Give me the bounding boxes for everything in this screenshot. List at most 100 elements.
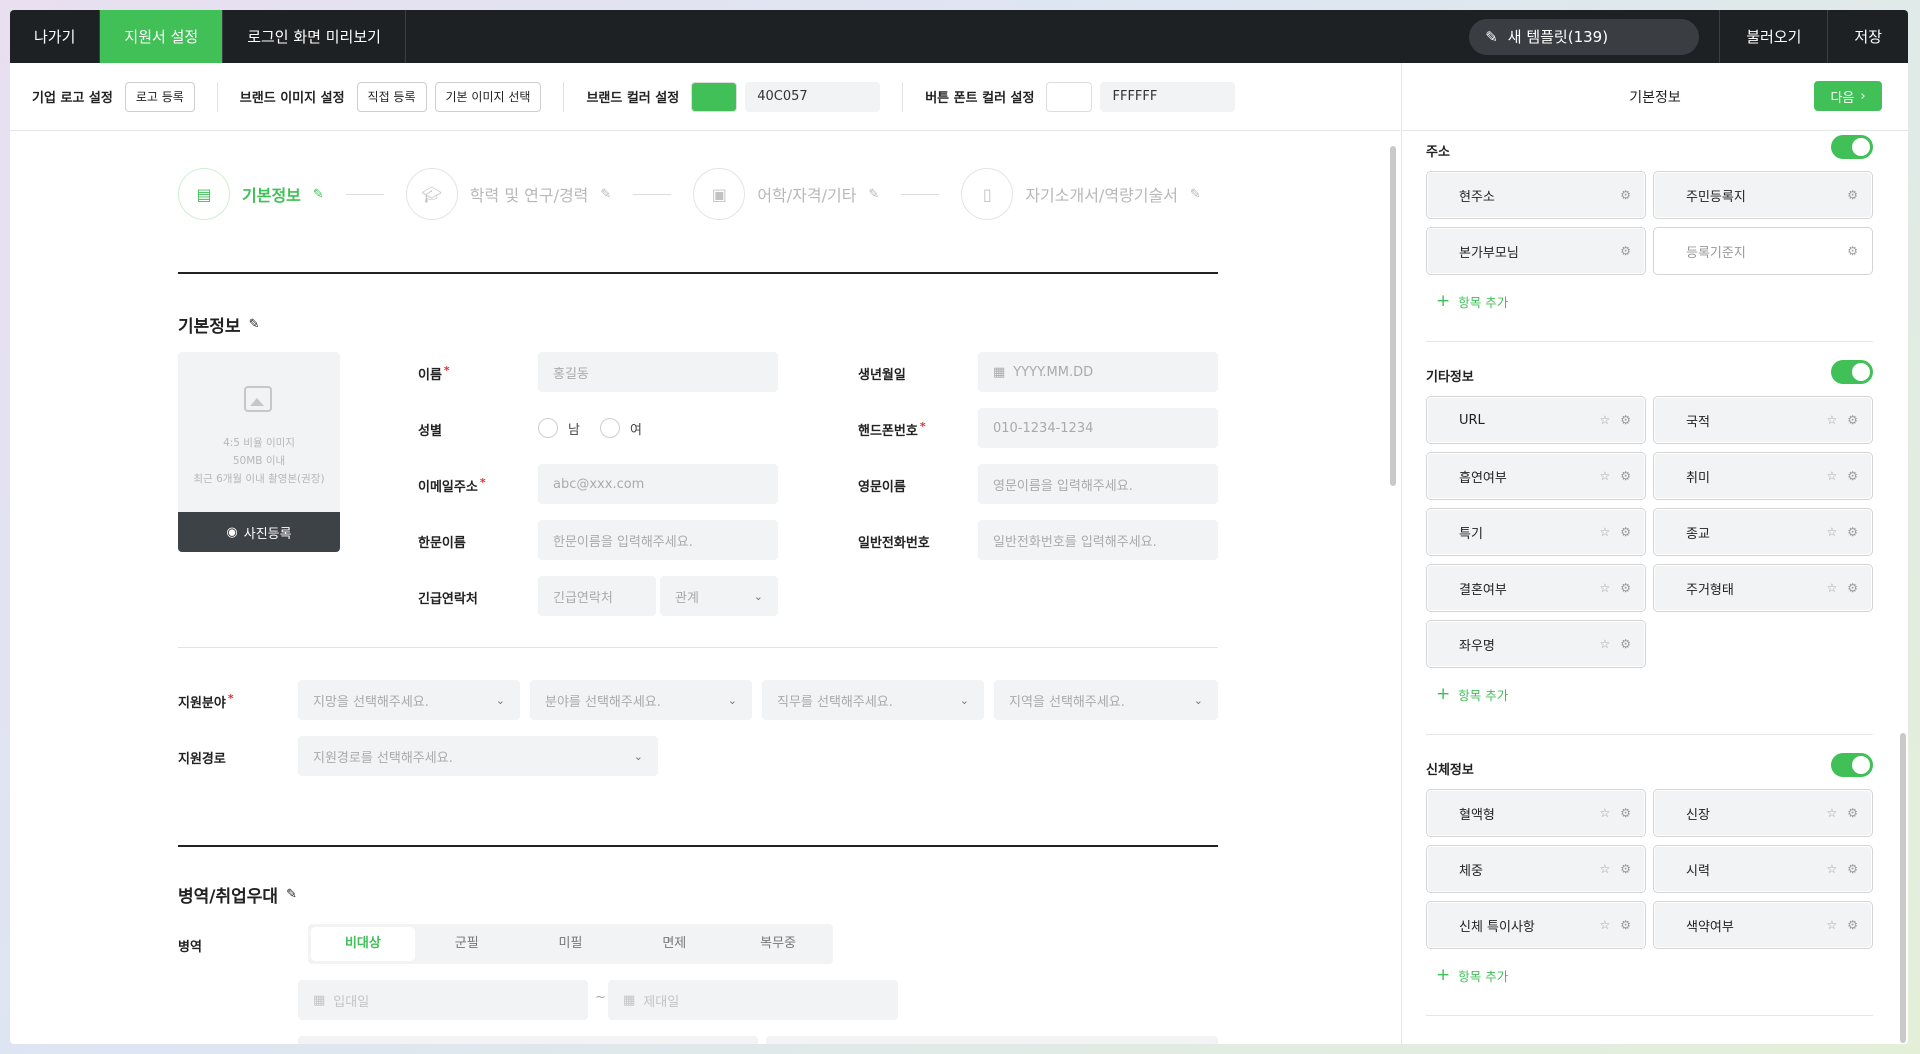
settings-panel: 기본정보 다음 › 주소 현주소 ⚙ 주민등록지 ⚙ 본가부모님 ⚙ 등록기준지 ⚙ + 항… [1401, 63, 1908, 1044]
field-chip[interactable]: 종교 ☆ ⚙ [1653, 508, 1873, 556]
hanja-name-label: 한문이름 [418, 536, 466, 551]
hanja-name-input[interactable]: 한문이름을 입력해주세요. [538, 520, 778, 560]
certificate-icon: ▣ [693, 168, 746, 220]
field-chip[interactable]: 취미 ☆ ⚙ [1653, 452, 1873, 500]
step-education[interactable]: 🎓︎ 학력 및 연구/경력 ✎ [405, 168, 611, 220]
military-branch-select[interactable] [298, 1036, 758, 1044]
exit-button[interactable]: 나가기 [10, 10, 101, 63]
field-chip[interactable]: 특기 ☆ ⚙ [1426, 508, 1646, 556]
chevron-down-icon: ⌄ [495, 693, 505, 707]
body-toggle[interactable] [1831, 753, 1873, 777]
tab-application-settings[interactable]: 지원서 설정 [100, 10, 224, 63]
gear-icon: ⚙ [1847, 806, 1858, 820]
military-option[interactable]: 복무중 [726, 927, 830, 961]
photo-guide: 4:5 비율 이미지 50MB 이내 최근 6개월 이내 촬영본(권장) [193, 437, 325, 485]
field-chip[interactable]: 시력 ☆ ⚙ [1653, 845, 1873, 893]
panel-scrollbar[interactable] [1900, 733, 1906, 1043]
chevron-down-icon: ⌄ [727, 693, 737, 707]
field-chip[interactable]: 본가부모님 ⚙ [1426, 227, 1646, 275]
pencil-icon[interactable]: ✎ [600, 187, 611, 202]
star-icon: ☆ [1599, 413, 1611, 427]
field-chip[interactable]: 등록기준지 ⚙ [1653, 227, 1873, 275]
brand-color-swatch[interactable] [691, 81, 738, 112]
font-color-input[interactable]: FFFFFF [1100, 81, 1236, 112]
gear-icon: ⚙ [1620, 806, 1631, 820]
field-chip[interactable]: 신체 특이사항 ☆ ⚙ [1426, 901, 1646, 949]
pencil-icon[interactable]: ✎ [249, 317, 260, 332]
step-label: 기본정보 [242, 186, 301, 205]
pencil-icon[interactable]: ✎ [868, 187, 879, 202]
add-item-button[interactable]: + 항목 추가 [1436, 684, 1508, 704]
load-button[interactable]: 불러오기 [1719, 10, 1827, 63]
region-select[interactable]: 지역을 선택해주세요. ⌄ [994, 680, 1218, 720]
step-basic-info[interactable]: ▤ 기본정보 ✎ [178, 168, 324, 220]
field-chip[interactable]: 주거형태 ☆ ⚙ [1653, 564, 1873, 612]
scrollbar[interactable] [1390, 146, 1396, 486]
add-item-button[interactable]: + 항목 추가 [1436, 965, 1508, 985]
gear-icon: ⚙ [1847, 918, 1858, 932]
step-indicator: ▤ 기본정보 ✎ 🎓︎ 학력 및 연구/경력 ✎ ▣ 어학/자격/기타 ✎ ▯ … [178, 168, 1201, 220]
field-chip[interactable]: 색약여부 ☆ ⚙ [1653, 901, 1873, 949]
save-button[interactable]: 저장 [1827, 10, 1908, 63]
brand-color-input[interactable]: 40C057 [745, 81, 881, 112]
tab-login-preview[interactable]: 로그인 화면 미리보기 [223, 10, 406, 63]
gear-icon: ⚙ [1847, 525, 1858, 539]
pencil-icon[interactable]: ✎ [313, 187, 324, 202]
pencil-icon[interactable]: ✎ [286, 887, 297, 902]
document-icon: ▤ [178, 168, 230, 220]
relation-select[interactable]: 관계 ⌄ [660, 576, 778, 616]
email-input[interactable]: abc@xxx.com [538, 464, 778, 504]
english-name-input[interactable]: 영문이름을 입력해주세요. [978, 464, 1218, 504]
military-option[interactable]: 미필 [519, 927, 623, 961]
default-image-button[interactable]: 기본 이미지 선택 [434, 81, 542, 112]
field-chip[interactable]: 흡연여부 ☆ ⚙ [1426, 452, 1646, 500]
phone-input[interactable]: 010-1234-1234 [978, 408, 1218, 448]
field-select[interactable]: 분야를 선택해주세요. ⌄ [530, 680, 752, 720]
direct-register-button[interactable]: 직접 등록 [356, 81, 427, 112]
job-select[interactable]: 직무를 선택해주세요. ⌄ [762, 680, 984, 720]
address-toggle[interactable] [1831, 135, 1873, 159]
gear-icon: ⚙ [1620, 637, 1631, 651]
logo-register-button[interactable]: 로고 등록 [124, 81, 195, 112]
gender-female-radio[interactable]: 여 [600, 418, 642, 438]
font-color-swatch[interactable] [1046, 81, 1093, 112]
field-chip[interactable]: 국적 ☆ ⚙ [1653, 396, 1873, 444]
preference-select[interactable]: 지망을 선택해주세요. ⌄ [298, 680, 520, 720]
field-chip[interactable]: 좌우명 ☆ ⚙ [1426, 620, 1646, 668]
field-chip[interactable]: 현주소 ⚙ [1426, 171, 1646, 219]
enlist-date-input[interactable]: ▦ 입대일 [298, 980, 588, 1020]
discharge-date-input[interactable]: ▦ 제대일 [608, 980, 898, 1020]
field-chip[interactable]: 신장 ☆ ⚙ [1653, 789, 1873, 837]
star-icon: ☆ [1599, 637, 1611, 651]
id-badge-icon: ▯ [961, 168, 1014, 220]
calendar-icon: ▦ [623, 992, 636, 1008]
photo-register-button[interactable]: ◉ 사진등록 [178, 512, 340, 552]
route-select[interactable]: 지원경로를 선택해주세요. ⌄ [298, 736, 658, 776]
image-icon [244, 386, 272, 412]
gender-male-radio[interactable]: 남 [538, 418, 580, 438]
field-chip[interactable]: 결혼여부 ☆ ⚙ [1426, 564, 1646, 612]
step-language[interactable]: ▣ 어학/자격/기타 ✎ [693, 168, 879, 220]
military-option[interactable]: 면제 [622, 927, 726, 961]
add-item-button[interactable]: + 항목 추가 [1436, 291, 1508, 311]
star-icon: ☆ [1599, 469, 1611, 483]
emergency-input[interactable]: 긴급연락처 [538, 576, 656, 616]
name-input[interactable]: 홍길동 [538, 352, 778, 392]
tel-input[interactable]: 일반전화번호를 입력해주세요. [978, 520, 1218, 560]
step-self-intro[interactable]: ▯ 자기소개서/역량기술서 ✎ [961, 168, 1201, 220]
military-rank-select[interactable] [766, 1036, 1218, 1044]
field-chip[interactable]: 주민등록지 ⚙ [1653, 171, 1873, 219]
etc-toggle[interactable] [1831, 360, 1873, 384]
pencil-icon[interactable]: ✎ [1190, 187, 1201, 202]
logo-label: 기업 로고 설정 [32, 91, 113, 106]
next-button[interactable]: 다음 › [1814, 81, 1882, 111]
field-chip[interactable]: 체중 ☆ ⚙ [1426, 845, 1646, 893]
field-chip[interactable]: 혈액형 ☆ ⚙ [1426, 789, 1646, 837]
birth-input[interactable]: ▦ YYYY.MM.DD [978, 352, 1218, 392]
gear-icon: ⚙ [1620, 188, 1631, 202]
military-option[interactable]: 비대상 [311, 927, 415, 961]
military-option[interactable]: 군필 [415, 927, 519, 961]
photo-upload[interactable]: 4:5 비율 이미지 50MB 이내 최근 6개월 이내 촬영본(권장) ◉ 사… [178, 352, 340, 552]
new-template-button[interactable]: ✎ 새 템플릿(139) [1469, 18, 1700, 55]
field-chip[interactable]: URL ☆ ⚙ [1426, 396, 1646, 444]
